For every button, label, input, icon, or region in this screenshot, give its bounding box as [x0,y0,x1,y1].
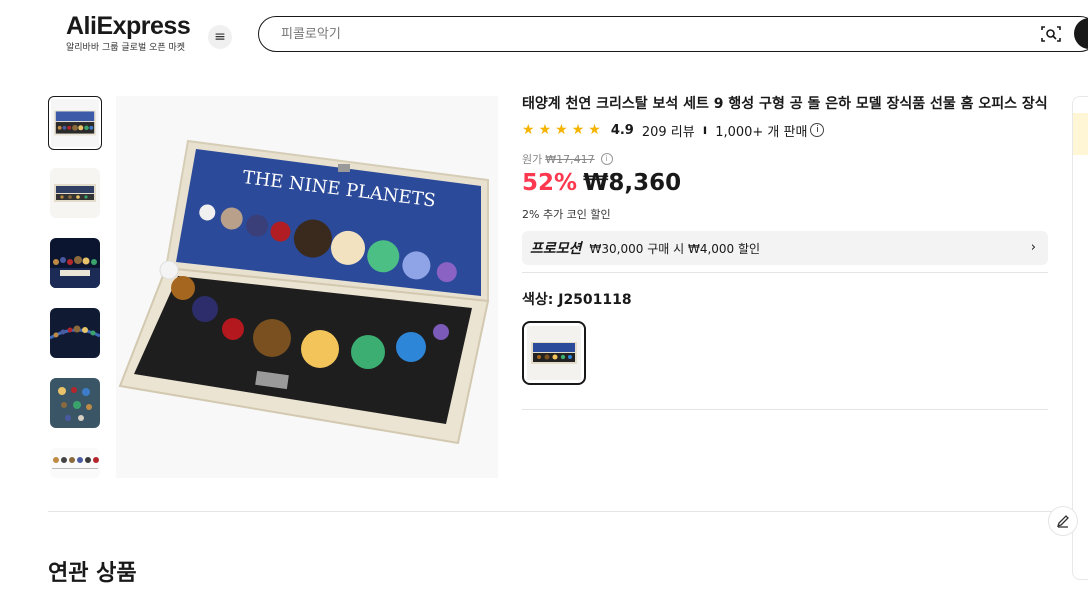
search-bar [258,16,1088,52]
promotion-banner[interactable]: 프로모션 ₩30,000 구매 시 ₩4,000 할인 › [522,231,1048,265]
separator: ı [702,122,708,138]
pencil-icon [1056,515,1069,528]
review-count[interactable]: 209 리뷰 [642,121,695,140]
thumbnail-3[interactable] [50,238,100,288]
rating-value: 4.9 [610,122,634,138]
product-info: 태양계 천연 크리스탈 보석 세트 9 행성 구형 공 돌 은하 모델 장식품 … [522,94,1048,265]
header: AliExpress 알리바바 그룹 글로벌 오픈 마켓 ≡ [0,0,1088,70]
star-icon: ★ [555,122,568,138]
buy-box-panel [1072,96,1088,580]
menu-button[interactable]: ≡ [208,25,232,49]
thumbnail-4[interactable] [50,308,100,358]
color-swatch-selected[interactable] [522,321,586,385]
promo-tag: 프로모션 [530,241,582,257]
star-icon: ★ [588,122,601,138]
hamburger-icon: ≡ [214,29,226,45]
price-info-icon[interactable]: i [600,153,613,165]
thumbnail-1[interactable] [48,96,102,150]
price-row: 52% ₩8,360 [522,170,1048,200]
color-label: 색상: J2501118 [522,292,632,308]
search-button[interactable] [1074,18,1088,49]
section-divider [48,511,1088,512]
info-icon[interactable]: i [810,123,825,137]
panel-highlight [1073,113,1088,155]
star-icon: ★ [538,122,552,138]
image-search-icon[interactable] [1041,25,1061,43]
thumbnail-6[interactable] [50,448,100,478]
discount-percent: 52% [522,170,578,196]
sale-price: ₩8,360 [583,170,682,196]
sold-count: 1,000+ 개 판매 [715,124,808,140]
product-main-image[interactable]: THE NINE PLANETS [116,96,498,478]
product-title: 태양계 천연 크리스탈 보석 세트 9 행성 구형 공 돌 은하 모델 장식품 … [522,96,1048,112]
search-input[interactable] [281,24,981,44]
star-icon: ★ [571,122,585,138]
thumbnail-2[interactable] [50,168,100,218]
related-products-heading: 연관 상품 [48,561,137,586]
logo-text: AliExpress [66,12,191,40]
aliexpress-logo[interactable]: AliExpress 알리바바 그룹 글로벌 오픈 마켓 [66,12,191,53]
promo-text: ₩30,000 구매 시 ₩4,000 할인 [589,241,761,256]
chevron-right-icon: › [1030,240,1036,255]
divider [522,272,1048,273]
original-price-row: 원가 ₩17,417 i [522,152,1048,166]
star-icon: ★ [522,122,535,138]
coin-discount: 2% 추가 코인 할인 [522,208,611,221]
logo-tagline: 알리바바 그룹 글로벌 오픈 마켓 [66,43,186,53]
divider [522,409,1048,410]
original-price-label: 원가 [522,153,543,166]
thumbnail-5[interactable] [50,378,100,428]
original-price: ₩17,417 [545,152,595,166]
rating-row[interactable]: ★ ★ ★ ★ ★ 4.9 209 리뷰 ı 1,000+ 개 판매 i [522,120,1048,140]
edit-button[interactable] [1048,506,1078,536]
